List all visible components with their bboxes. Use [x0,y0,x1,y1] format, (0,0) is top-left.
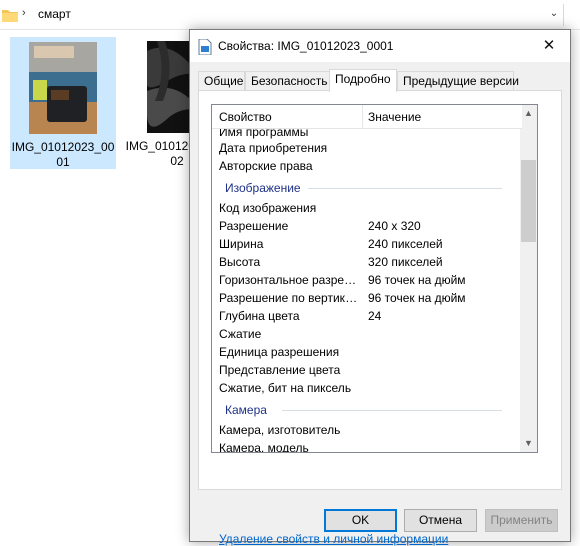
ok-button[interactable]: OK [324,509,397,532]
scroll-down-icon[interactable]: ▼ [520,435,537,452]
column-divider[interactable] [362,105,363,129]
list-item[interactable]: Горизонтальное разреше... 96 точек на дюй… [212,271,522,289]
list-item[interactable]: Представление цвета [212,361,522,379]
group-divider [282,410,502,411]
list-item[interactable]: Разрешение по вертикали 96 точек на дюйм [212,289,522,307]
file-icon [198,38,212,58]
chevron-down-icon[interactable]: ⌄ [547,6,561,22]
properties-list[interactable]: Свойство Значение Имя программы Дата при… [211,104,538,453]
scroll-thumb[interactable] [521,160,536,242]
list-item[interactable]: Код изображения [212,199,522,217]
cancel-button[interactable]: Отмена [404,509,477,532]
folder-icon [2,8,18,25]
refresh-button[interactable] [563,4,580,26]
list-item[interactable]: Сжатие [212,325,522,343]
tab-previous-versions[interactable]: Предыдущие версии [397,71,519,91]
list-item[interactable]: Дата приобретения [212,139,522,157]
image-thumbnail [11,42,115,137]
file-tile-1[interactable]: IMG_01012023_0001 [10,37,116,169]
tab-general[interactable]: Общие [198,71,245,91]
remove-properties-link[interactable]: Удаление свойств и личной информации [219,532,448,546]
details-panel: Свойство Значение Имя программы Дата при… [198,90,562,546]
dialog-title: Свойства: IMG_01012023_0001 [218,39,394,53]
address-bar[interactable]: › смарт ⌄ [0,0,580,30]
list-header: Свойство Значение [212,105,522,129]
column-header-property[interactable]: Свойство [219,110,272,124]
list-item[interactable]: Сжатие, бит на пиксель [212,379,522,397]
list-item[interactable]: Высота 320 пикселей [212,253,522,271]
list-item[interactable]: Глубина цвета 24 [212,307,522,325]
properties-dialog: Свойства: IMG_01012023_0001 ✕ Общие Безо… [189,29,571,546]
chevron-right-icon[interactable]: › [22,7,26,19]
close-button[interactable]: ✕ [528,30,570,62]
group-header-image: Изображение [212,178,522,198]
tab-details[interactable]: Подробно [329,69,397,92]
scroll-up-icon[interactable]: ▲ [520,105,537,122]
tab-security[interactable]: Безопасность [245,71,330,91]
list-item[interactable]: Ширина 240 пикселей [212,235,522,253]
list-item[interactable]: Камера, модель [212,439,522,452]
title-bar[interactable]: Свойства: IMG_01012023_0001 ✕ [190,30,570,62]
list-item[interactable]: Единица разрешения [212,343,522,361]
column-header-value[interactable]: Значение [368,110,421,124]
list-item[interactable]: Камера, изготовитель [212,421,522,439]
group-header-camera: Камера [212,400,522,420]
breadcrumb[interactable]: смарт [38,7,71,21]
list-item[interactable]: Разрешение 240 x 320 [212,217,522,235]
list-item[interactable]: Авторские права [212,157,522,175]
apply-button[interactable]: Применить [485,509,558,532]
file-name: IMG_01012023_0001 [11,140,115,169]
vertical-scrollbar[interactable]: ▲ ▼ [520,105,537,452]
group-divider [308,188,502,189]
